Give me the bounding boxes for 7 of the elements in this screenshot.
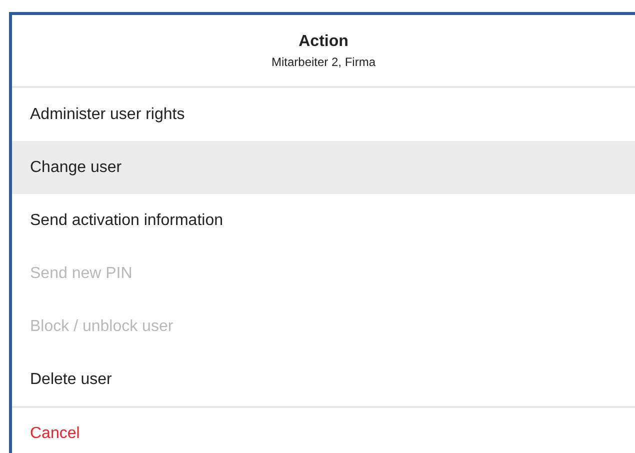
- cancel-button[interactable]: Cancel: [12, 406, 635, 453]
- dialog-title: Action: [298, 32, 348, 50]
- dialog-subtitle: Mitarbeiter 2, Firma: [271, 54, 376, 68]
- menu-item[interactable]: Delete user: [12, 353, 635, 406]
- menu-item[interactable]: Change user: [12, 141, 635, 194]
- menu-item[interactable]: Administer user rights: [12, 88, 635, 141]
- menu-item[interactable]: Send activation information: [12, 194, 635, 247]
